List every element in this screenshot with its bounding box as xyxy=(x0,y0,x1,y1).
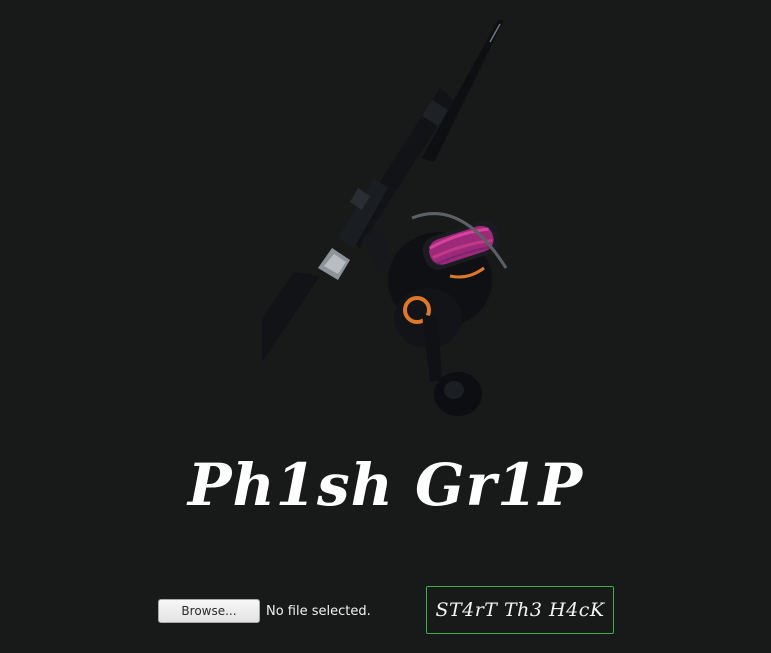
browse-button[interactable]: Browse... xyxy=(158,599,260,623)
file-upload[interactable]: Browse... No file selected. xyxy=(158,598,371,624)
page-title: Ph1sh Gr1P xyxy=(187,451,584,519)
fishing-rod-image xyxy=(262,18,512,423)
start-hack-button[interactable]: ST4rT Th3 H4cK xyxy=(426,586,614,634)
file-status-text: No file selected. xyxy=(266,603,371,619)
